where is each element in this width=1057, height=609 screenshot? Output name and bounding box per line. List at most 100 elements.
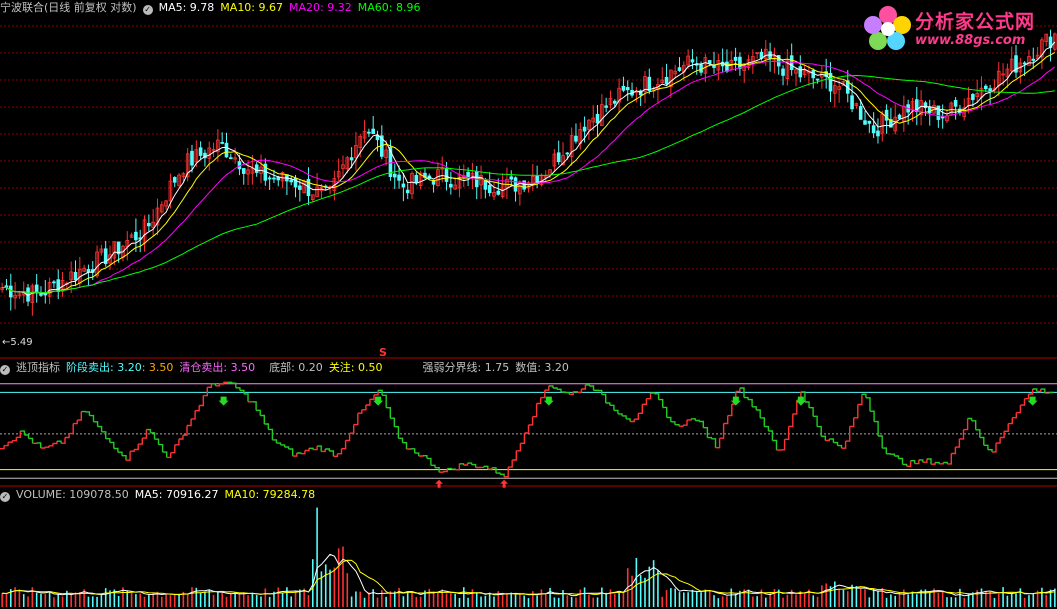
main-title: 宁波联合(日线 前复权 对数) bbox=[0, 1, 137, 14]
indicator-step bbox=[760, 417, 765, 427]
indicator-step bbox=[894, 455, 900, 459]
indicator-step bbox=[528, 416, 534, 426]
candle-body bbox=[147, 222, 151, 227]
candle-body bbox=[876, 130, 880, 137]
candle-body bbox=[224, 142, 229, 158]
candle-body bbox=[677, 67, 682, 71]
indicator-step bbox=[191, 410, 196, 420]
volume-header: ✓ VOLUME: 109078.50 MA5: 70916.27 MA10: 792… bbox=[0, 487, 321, 503]
indicator-step bbox=[414, 452, 420, 456]
indicator-step bbox=[898, 457, 904, 465]
candle-body bbox=[449, 183, 453, 188]
indicator-step bbox=[707, 436, 713, 439]
indicator-step bbox=[231, 382, 237, 388]
indicator-step bbox=[955, 438, 961, 448]
indicator-step bbox=[134, 444, 139, 451]
indicator-step bbox=[609, 404, 615, 411]
indicator-step bbox=[227, 381, 233, 384]
candle-body bbox=[647, 76, 652, 92]
indicator-step bbox=[101, 431, 107, 439]
indicator-step bbox=[683, 419, 688, 426]
candle-body bbox=[8, 285, 13, 298]
price-chart[interactable] bbox=[0, 0, 1057, 609]
indicator-step bbox=[430, 464, 436, 468]
indicator-step bbox=[44, 445, 50, 448]
indicator-step bbox=[951, 447, 957, 455]
indicator-step bbox=[601, 393, 607, 403]
volume-dot-icon[interactable]: ✓ bbox=[0, 492, 10, 502]
indicator-step bbox=[219, 382, 225, 385]
indicator-step bbox=[561, 391, 566, 393]
indicator-step bbox=[650, 392, 656, 394]
settings-dot-icon[interactable]: ✓ bbox=[142, 5, 153, 15]
main-header: 宁波联合(日线 前复权 对数) ✓ MA5: 9.78 MA10: 9.67 MA20:… bbox=[0, 0, 426, 16]
low-price-marker: ←5.49 bbox=[2, 337, 33, 348]
ma60-label: MA60: 8.96 bbox=[357, 1, 421, 14]
indicator-step bbox=[1024, 394, 1030, 400]
indicator-step bbox=[870, 410, 875, 422]
indicator-step bbox=[544, 385, 550, 391]
indicator-step bbox=[573, 391, 578, 393]
indicator-step bbox=[821, 435, 826, 441]
indicator-step bbox=[170, 444, 176, 454]
indicator-step bbox=[882, 447, 887, 454]
clear-sell-label: 清仓卖出: 3.50 bbox=[179, 361, 256, 374]
candle-body bbox=[267, 177, 272, 180]
indicator-step bbox=[40, 447, 46, 449]
indicator-step bbox=[512, 450, 517, 461]
indicator-step bbox=[520, 433, 526, 444]
indicator-step bbox=[154, 438, 160, 445]
indicator-step bbox=[557, 388, 562, 393]
flower-icon bbox=[864, 6, 911, 50]
indicator-step bbox=[382, 394, 387, 408]
indicator-step bbox=[1008, 417, 1013, 425]
indicator-step bbox=[764, 425, 770, 431]
indicator-step bbox=[768, 430, 774, 441]
candle-body bbox=[392, 173, 397, 178]
candle-body bbox=[254, 164, 259, 173]
indicator-step bbox=[748, 398, 753, 407]
indicator-step bbox=[479, 466, 485, 469]
indicator-step bbox=[178, 435, 184, 440]
indicator-step bbox=[260, 414, 265, 424]
candle-body bbox=[867, 120, 872, 124]
indicator-step bbox=[1020, 398, 1026, 406]
indicator-step bbox=[532, 403, 538, 418]
candle-body bbox=[397, 174, 401, 181]
indicator-step bbox=[77, 411, 82, 421]
ma20-line bbox=[2, 61, 1056, 294]
indicator-step bbox=[394, 426, 400, 439]
indicator-step bbox=[280, 444, 286, 447]
candle-body bbox=[444, 168, 449, 182]
indicator-step bbox=[386, 407, 391, 419]
indicator-step bbox=[235, 387, 241, 391]
indicator-step bbox=[581, 384, 587, 390]
indicator-step bbox=[813, 415, 818, 427]
indicator-step bbox=[357, 409, 363, 414]
indicator-step bbox=[97, 425, 103, 432]
indicator-step bbox=[890, 453, 896, 456]
candle-body bbox=[738, 56, 742, 69]
indicator-step bbox=[833, 441, 839, 446]
indicator-step bbox=[122, 455, 127, 461]
candle-body bbox=[134, 231, 138, 241]
indicator-step bbox=[687, 418, 692, 421]
indicator-step bbox=[699, 420, 704, 428]
indicator-step bbox=[69, 423, 74, 435]
candle-body bbox=[198, 147, 203, 156]
indicator-step bbox=[48, 443, 54, 447]
indicator-step bbox=[130, 449, 135, 452]
candle-body bbox=[936, 105, 941, 120]
indicator-step bbox=[447, 467, 452, 470]
indicator-dot-icon[interactable]: ✓ bbox=[0, 365, 10, 375]
indicator-step bbox=[565, 391, 570, 395]
indicator-step bbox=[723, 415, 729, 425]
candle-body bbox=[172, 177, 177, 183]
indicator-step bbox=[516, 443, 522, 452]
stage-sell-label: 阶段卖出: 3.20 bbox=[66, 361, 142, 374]
candle-body bbox=[272, 177, 276, 180]
candle-body bbox=[34, 284, 39, 293]
indicator-step bbox=[304, 448, 310, 452]
indicator-step bbox=[727, 404, 733, 417]
indicator-step bbox=[272, 439, 278, 444]
